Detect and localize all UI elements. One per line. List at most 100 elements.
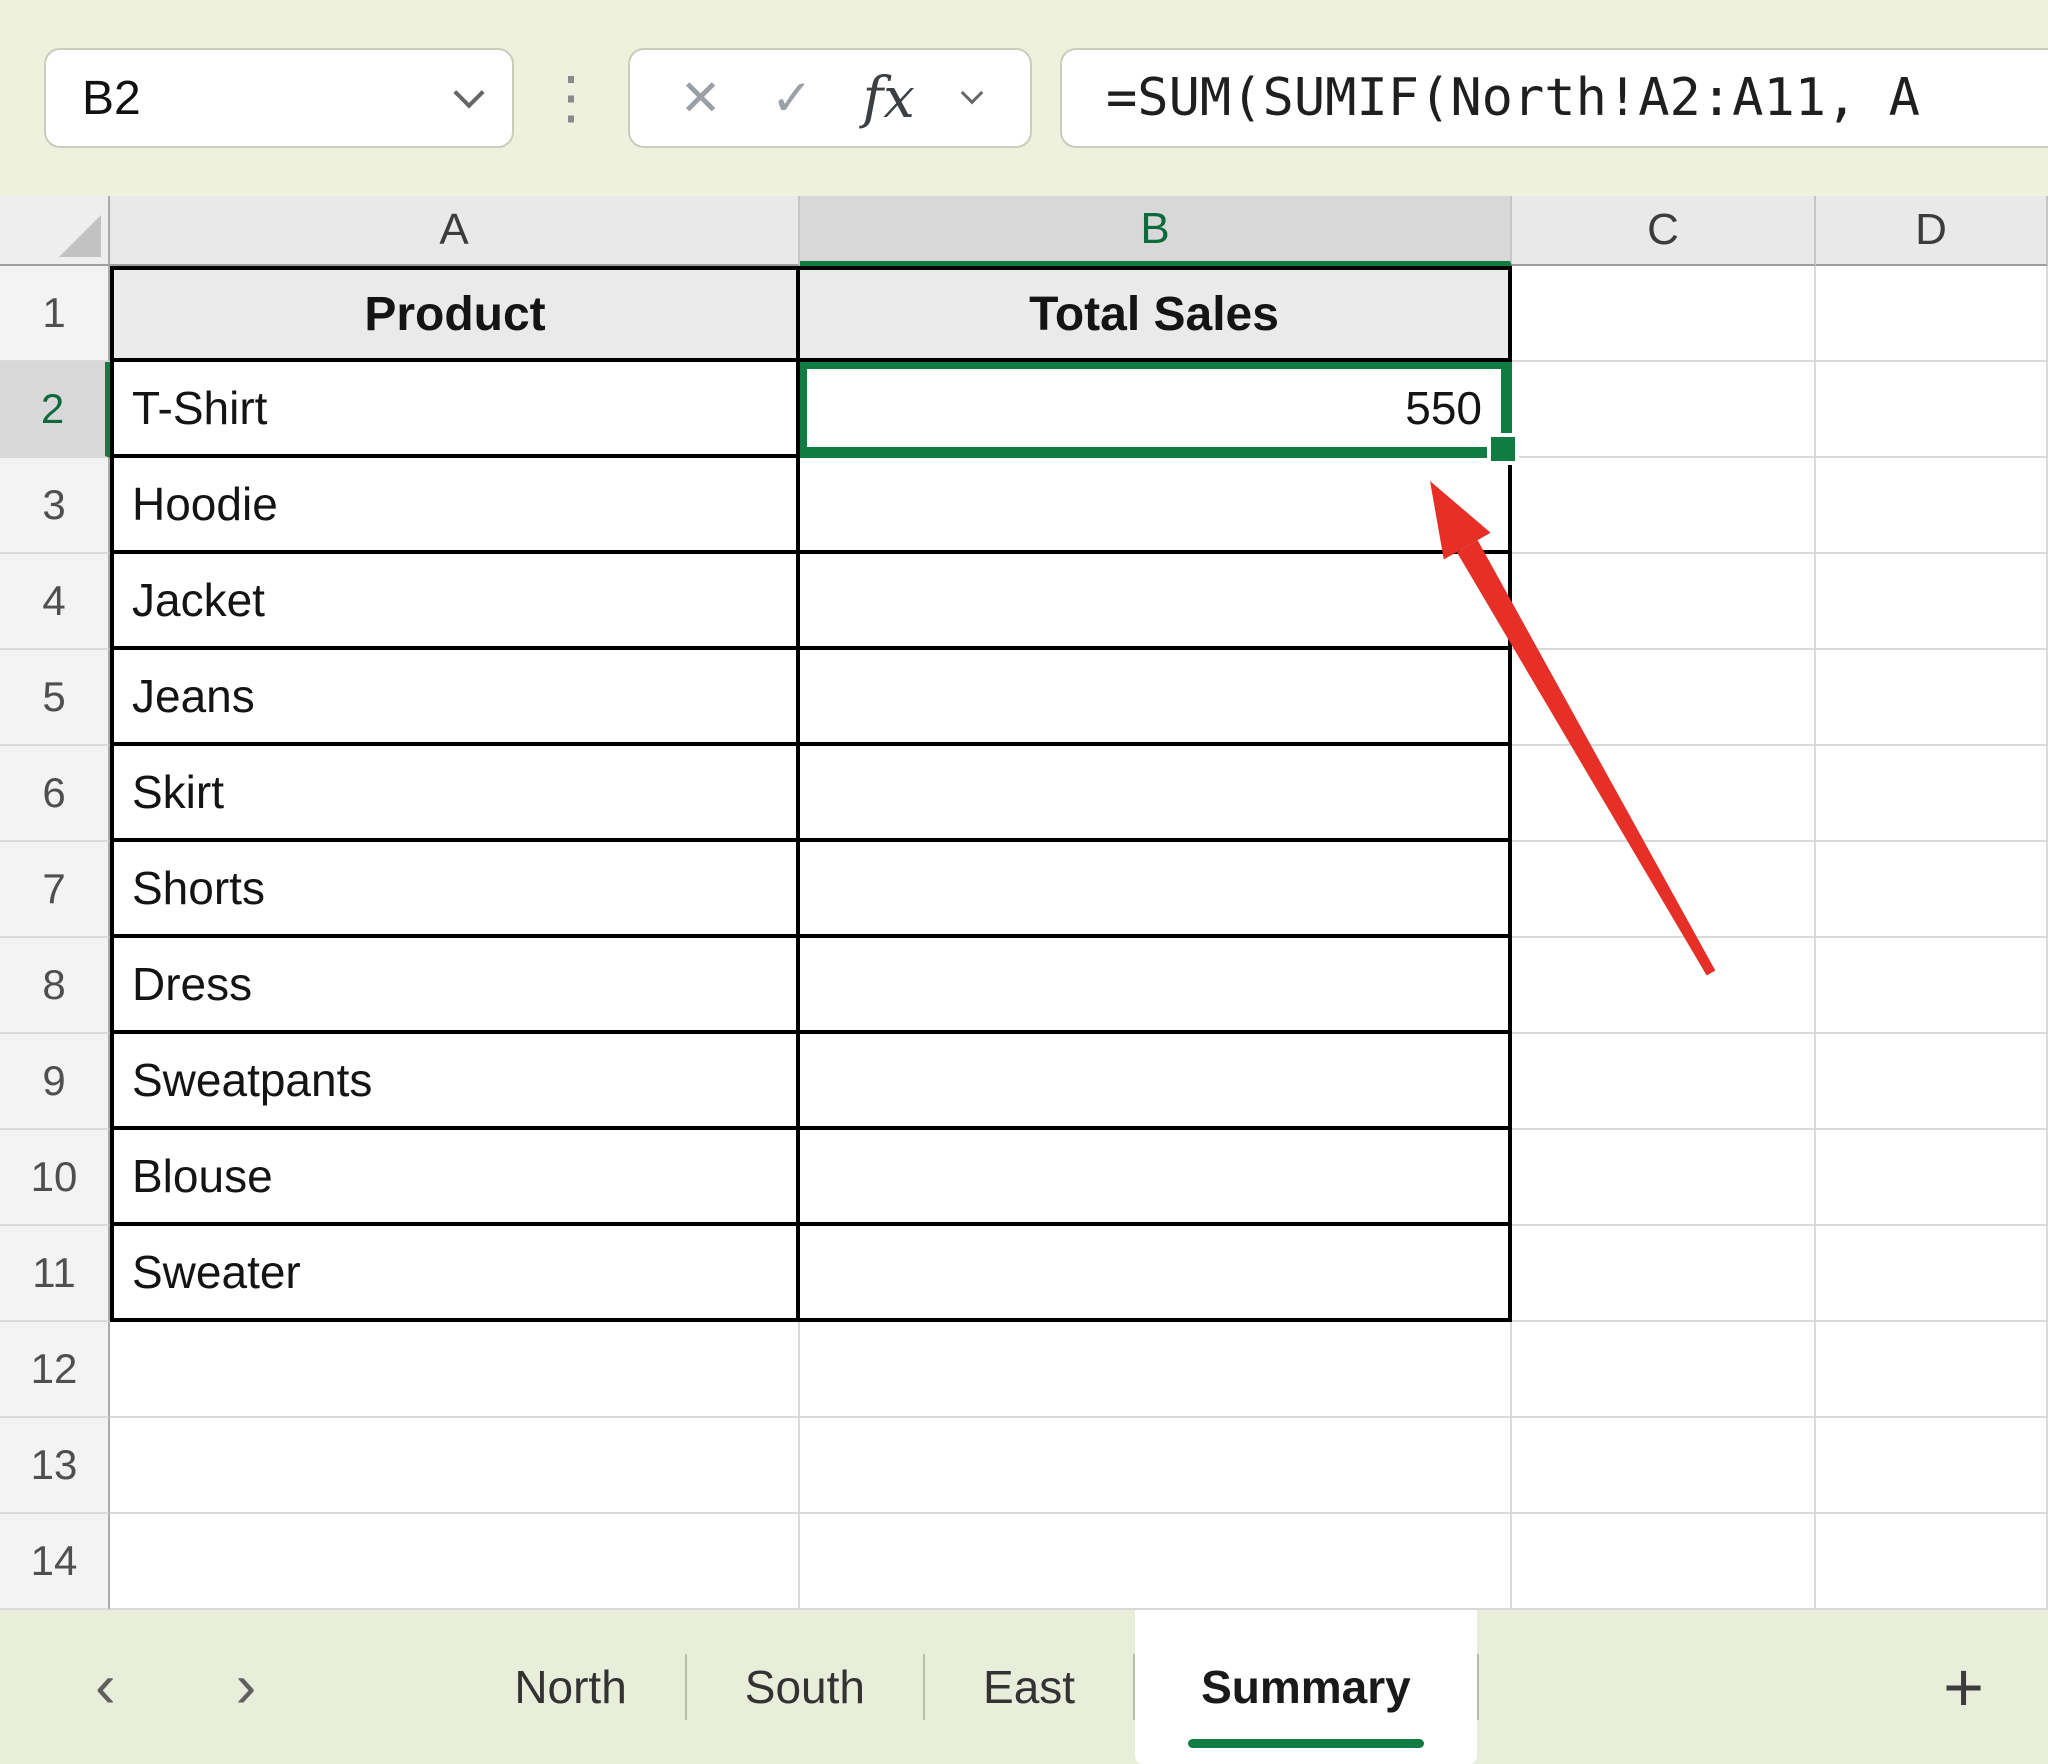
cell-A10[interactable]: Blouse xyxy=(110,1130,800,1226)
cell-D4[interactable] xyxy=(1816,554,2048,650)
cell-A1[interactable]: Product xyxy=(110,266,800,362)
formula-bar-row: B2 ⋮ ✕ ✓ fx =SUM(SUMIF(North!A2:A11, A xyxy=(0,0,2048,196)
cell-B1[interactable]: Total Sales xyxy=(800,266,1512,362)
column-header-C[interactable]: C xyxy=(1512,196,1816,266)
cell-C6[interactable] xyxy=(1512,746,1816,842)
cell-B9[interactable] xyxy=(800,1034,1512,1130)
cell-A13[interactable] xyxy=(110,1418,800,1514)
cell-C4[interactable] xyxy=(1512,554,1816,650)
cell-B11[interactable] xyxy=(800,1226,1512,1322)
column-header-A[interactable]: A xyxy=(110,196,800,266)
row-header-2[interactable]: 2 xyxy=(0,362,110,458)
cell-C9[interactable] xyxy=(1512,1034,1816,1130)
cell-D8[interactable] xyxy=(1816,938,2048,1034)
sheet-tab-bar: ‹ › North South East Summary + xyxy=(0,1610,2048,1764)
cell-D9[interactable] xyxy=(1816,1034,2048,1130)
cell-A14[interactable] xyxy=(110,1514,800,1610)
row-header-5[interactable]: 5 xyxy=(0,650,110,746)
cell-D13[interactable] xyxy=(1816,1418,2048,1514)
chevron-down-icon[interactable] xyxy=(453,77,484,108)
cell-B8[interactable] xyxy=(800,938,1512,1034)
cell-A9[interactable]: Sweatpants xyxy=(110,1034,800,1130)
cell-D2[interactable] xyxy=(1816,362,2048,458)
cell-C5[interactable] xyxy=(1512,650,1816,746)
row-header-8[interactable]: 8 xyxy=(0,938,110,1034)
select-all-corner[interactable] xyxy=(0,196,110,266)
row-header-13[interactable]: 13 xyxy=(0,1418,110,1514)
cell-B7[interactable] xyxy=(800,842,1512,938)
cell-C2[interactable] xyxy=(1512,362,1816,458)
cell-A5[interactable]: Jeans xyxy=(110,650,800,746)
cell-C1[interactable] xyxy=(1512,266,1816,362)
row-header-12[interactable]: 12 xyxy=(0,1322,110,1418)
cell-B2-selected[interactable]: 550 xyxy=(800,362,1512,458)
cell-C10[interactable] xyxy=(1512,1130,1816,1226)
row-header-4[interactable]: 4 xyxy=(0,554,110,650)
cell-C3[interactable] xyxy=(1512,458,1816,554)
cell-B4[interactable] xyxy=(800,554,1512,650)
formula-controls: ✕ ✓ fx xyxy=(628,48,1032,148)
add-sheet-icon[interactable]: + xyxy=(1943,1652,1984,1722)
cell-A4[interactable]: Jacket xyxy=(110,554,800,650)
chevron-down-icon[interactable] xyxy=(961,82,984,105)
excel-window: B2 ⋮ ✕ ✓ fx =SUM(SUMIF(North!A2:A11, A A… xyxy=(0,0,2048,1764)
cell-B5[interactable] xyxy=(800,650,1512,746)
row-header-1[interactable]: 1 xyxy=(0,266,110,362)
cell-C13[interactable] xyxy=(1512,1418,1816,1514)
sheet-tab-east[interactable]: East xyxy=(925,1610,1133,1764)
sheet-tab-south[interactable]: South xyxy=(687,1610,923,1764)
insert-function-icon[interactable]: fx xyxy=(863,66,915,131)
next-sheet-icon[interactable]: › xyxy=(236,1656,257,1718)
formula-text: =SUM(SUMIF(North!A2:A11, A xyxy=(1106,68,1920,128)
cell-B12[interactable] xyxy=(800,1322,1512,1418)
cell-D10[interactable] xyxy=(1816,1130,2048,1226)
cell-A11[interactable]: Sweater xyxy=(110,1226,800,1322)
cell-D1[interactable] xyxy=(1816,266,2048,362)
cell-A2[interactable]: T-Shirt xyxy=(110,362,800,458)
sheet-nav: ‹ › xyxy=(0,1656,256,1718)
cell-A3[interactable]: Hoodie xyxy=(110,458,800,554)
cell-A8[interactable]: Dress xyxy=(110,938,800,1034)
cell-D14[interactable] xyxy=(1816,1514,2048,1610)
cell-A12[interactable] xyxy=(110,1322,800,1418)
cell-B6[interactable] xyxy=(800,746,1512,842)
row-header-7[interactable]: 7 xyxy=(0,842,110,938)
cell-B3[interactable] xyxy=(800,458,1512,554)
row-header-6[interactable]: 6 xyxy=(0,746,110,842)
spreadsheet-area: A B C D 1 Product Total Sales 2 T-Shirt … xyxy=(0,196,2048,1610)
cell-C14[interactable] xyxy=(1512,1514,1816,1610)
cell-D3[interactable] xyxy=(1816,458,2048,554)
kebab-menu-icon[interactable]: ⋮ xyxy=(542,69,600,127)
cell-A7[interactable]: Shorts xyxy=(110,842,800,938)
cell-C12[interactable] xyxy=(1512,1322,1816,1418)
column-header-D[interactable]: D xyxy=(1816,196,2048,266)
cell-D11[interactable] xyxy=(1816,1226,2048,1322)
cell-D12[interactable] xyxy=(1816,1322,2048,1418)
name-box[interactable]: B2 xyxy=(44,48,514,148)
cell-B13[interactable] xyxy=(800,1418,1512,1514)
row-header-10[interactable]: 10 xyxy=(0,1130,110,1226)
spreadsheet-grid: A B C D 1 Product Total Sales 2 T-Shirt … xyxy=(0,196,2048,1610)
cell-C8[interactable] xyxy=(1512,938,1816,1034)
sheet-tab-north[interactable]: North xyxy=(456,1610,684,1764)
cell-C7[interactable] xyxy=(1512,842,1816,938)
row-header-9[interactable]: 9 xyxy=(0,1034,110,1130)
cell-A6[interactable]: Skirt xyxy=(110,746,800,842)
cell-C11[interactable] xyxy=(1512,1226,1816,1322)
formula-input[interactable]: =SUM(SUMIF(North!A2:A11, A xyxy=(1060,48,2048,148)
prev-sheet-icon[interactable]: ‹ xyxy=(95,1656,116,1718)
name-box-value: B2 xyxy=(82,71,141,126)
row-header-3[interactable]: 3 xyxy=(0,458,110,554)
cell-D7[interactable] xyxy=(1816,842,2048,938)
enter-icon[interactable]: ✓ xyxy=(771,69,813,127)
row-header-11[interactable]: 11 xyxy=(0,1226,110,1322)
cell-B14[interactable] xyxy=(800,1514,1512,1610)
cell-B10[interactable] xyxy=(800,1130,1512,1226)
cell-D5[interactable] xyxy=(1816,650,2048,746)
column-header-B[interactable]: B xyxy=(800,196,1512,266)
cancel-icon[interactable]: ✕ xyxy=(680,69,722,127)
cell-D6[interactable] xyxy=(1816,746,2048,842)
sheet-tab-summary-active[interactable]: Summary xyxy=(1135,1610,1477,1764)
row-header-14[interactable]: 14 xyxy=(0,1514,110,1610)
select-all-triangle-icon xyxy=(59,215,101,257)
